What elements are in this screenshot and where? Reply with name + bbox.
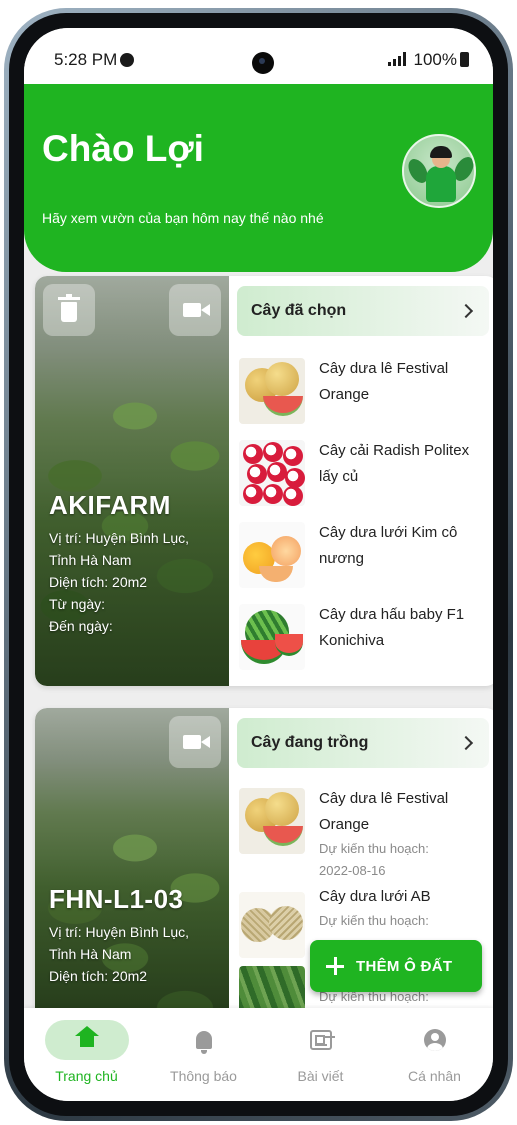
watermelon-thumbnail (239, 604, 305, 670)
nav-profile[interactable]: Cá nhân (376, 1020, 493, 1084)
farm-end-date: Đến ngày: (49, 618, 113, 634)
plus-icon (326, 957, 344, 975)
clock-text: 5:28 PM (54, 50, 118, 69)
nav-profile-label: Cá nhân (408, 1068, 461, 1084)
status-bar: 5:28 PM 100% (24, 28, 493, 84)
plant-name: Cây dưa hấu baby F1 Konichiva (319, 606, 465, 649)
add-plot-button[interactable]: THÊM Ô ĐẤT (310, 940, 482, 992)
plant-name: Cây dưa lê Festival Orange (319, 360, 449, 403)
battery-text: 100% (413, 50, 457, 69)
phone-frame: 5:28 PM 100% Chào Lợi Hãy xem vườn của b… (4, 8, 513, 1121)
growing-plants-header[interactable]: Cây đang trồng (237, 718, 489, 768)
video-camera-icon (183, 735, 210, 749)
farm-location-province: Tỉnh Hà Nam (49, 552, 132, 568)
plant-name: Cây cải Radish Politex lấy củ (319, 442, 470, 485)
nav-notifications[interactable]: Thông báo (145, 1020, 262, 1084)
harvest-date: 2022-08-16 (319, 863, 386, 878)
farm-start-date: Từ ngày: (49, 596, 106, 612)
video-camera-icon (183, 303, 210, 317)
news-icon (309, 1030, 332, 1050)
farm-location-province: Tỉnh Hà Nam (49, 946, 132, 962)
farm-location: Vị trí: Huyện Bình Lục, (49, 530, 190, 546)
avatar[interactable] (402, 134, 476, 208)
spotify-icon (120, 53, 135, 67)
farm-area: Diện tích: 20m2 (49, 574, 148, 590)
farm-location: Vị trí: Huyện Bình Lục, (49, 924, 190, 940)
status-indicators: 100% (387, 50, 469, 70)
plant-name: Cây dưa lưới AB (319, 888, 431, 905)
plant-info: Cây dưa lưới AB Dự kiến thu hoạch: (319, 884, 484, 932)
camera-button[interactable] (169, 284, 221, 336)
trash-icon (58, 294, 80, 322)
harvest-label: Dự kiến thu hoạch: (319, 913, 429, 928)
farm-info: AKIFARM Vị trí: Huyện Bình Lục, Tỉnh Hà … (49, 490, 189, 637)
account-icon (423, 1029, 446, 1051)
greeting-subtitle: Hãy xem vườn của bạn hôm nay thế nào nhé (42, 210, 324, 226)
nav-home-label: Trang chủ (55, 1068, 118, 1084)
nav-articles-label: Bài viết (297, 1068, 344, 1084)
farm-photo: AKIFARM Vị trí: Huyện Bình Lục, Tỉnh Hà … (35, 276, 229, 686)
home-icon (74, 1026, 99, 1049)
battery-icon (460, 52, 469, 67)
farm-name: AKIFARM (49, 490, 171, 520)
status-time: 5:28 PM (54, 50, 135, 70)
farm-area: Diện tích: 20m2 (49, 968, 148, 984)
delete-button[interactable] (43, 284, 95, 336)
farm-info: FHN-L1-03 Vị trí: Huyện Bình Lục, Tỉnh H… (49, 884, 189, 987)
nav-home[interactable]: Trang chủ (28, 1020, 145, 1084)
leafy-greens-thumbnail (239, 966, 305, 1008)
front-camera (252, 52, 274, 74)
plant-name: Cây dưa lê Festival Orange (319, 790, 449, 833)
farm-name: FHN-L1-03 (49, 884, 184, 914)
nav-articles[interactable]: Bài viết (262, 1020, 379, 1084)
chevron-right-icon (458, 735, 474, 751)
selected-plants-panel: Cây đã chọn Cây dưa lê Festival Orange C… (237, 286, 489, 670)
bottom-navigation: Trang chủ Thông báo Bài viết Cá nhân (24, 1008, 493, 1101)
camera-button[interactable] (169, 716, 221, 768)
nav-notifications-label: Thông báo (170, 1068, 237, 1084)
plant-info: Cây dưa lê Festival Orange Dự kiến thu h… (319, 786, 484, 882)
radish-thumbnail (239, 440, 305, 506)
greeting-header: Chào Lợi Hãy xem vườn của bạn hôm nay th… (24, 84, 493, 272)
harvest-label: Dự kiến thu hoạch: (319, 841, 429, 856)
farm-photo: FHN-L1-03 Vị trí: Huyện Bình Lục, Tỉnh H… (35, 708, 229, 1008)
selected-plants-header[interactable]: Cây đã chọn (237, 286, 489, 336)
festival-melon-thumbnail (239, 788, 305, 854)
signal-icon (387, 52, 410, 66)
add-plot-label: THÊM Ô ĐẤT (356, 957, 453, 975)
growing-plants-panel: Cây đang trồng Cây dưa lê Festival Orang… (237, 718, 489, 1008)
panel-title: Cây đang trồng (251, 734, 369, 751)
net-melon-thumbnail (239, 892, 305, 958)
plant-name: Cây dưa lưới Kim cô nương (319, 524, 458, 567)
greeting-title: Chào Lợi (42, 128, 204, 169)
golden-melon-thumbnail (239, 522, 305, 588)
bell-icon (195, 1031, 212, 1054)
farm-card[interactable]: AKIFARM Vị trí: Huyện Bình Lục, Tỉnh Hà … (35, 276, 493, 686)
chevron-right-icon (458, 303, 474, 319)
panel-title: Cây đã chọn (251, 302, 347, 319)
festival-melon-thumbnail (239, 358, 305, 424)
app-screen: 5:28 PM 100% Chào Lợi Hãy xem vườn của b… (24, 28, 493, 1101)
